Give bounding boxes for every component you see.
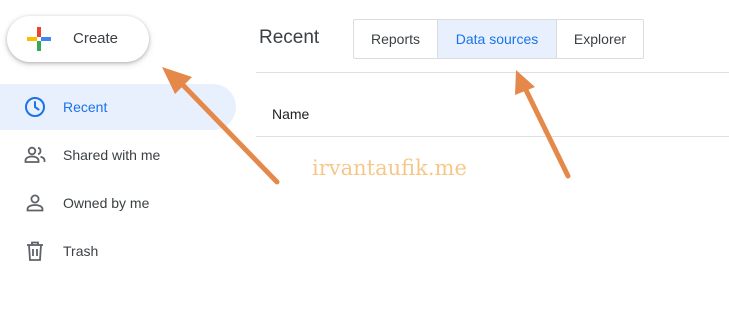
sidebar-item-label: Owned by me xyxy=(63,195,150,211)
page-title: Recent xyxy=(259,27,320,48)
annotation-arrow xyxy=(515,70,571,179)
sidebar-item-recent[interactable]: Recent xyxy=(0,84,236,130)
person-icon xyxy=(26,194,44,212)
trash-icon xyxy=(27,241,43,261)
tab-data-sources[interactable]: Data sources xyxy=(437,20,556,58)
sidebar-item-label: Trash xyxy=(63,243,99,259)
watermark: irvantaufik.me xyxy=(312,156,467,180)
table-header-divider xyxy=(256,136,729,137)
create-button[interactable]: Create xyxy=(7,16,149,62)
sidebar-item-shared-with-me[interactable]: Shared with me xyxy=(0,132,236,178)
google-plus-icon xyxy=(27,27,51,51)
create-button-label: Create xyxy=(73,30,119,47)
tab-explorer[interactable]: Explorer xyxy=(556,20,643,58)
header-divider xyxy=(256,72,729,73)
sidebar-item-label: Recent xyxy=(63,99,108,115)
tab-reports[interactable]: Reports xyxy=(354,20,437,58)
people-icon xyxy=(24,146,46,163)
tab-group: Reports Data sources Explorer xyxy=(353,19,644,59)
sidebar-item-trash[interactable]: Trash xyxy=(0,228,236,274)
clock-icon xyxy=(25,97,45,117)
sidebar-item-owned-by-me[interactable]: Owned by me xyxy=(0,180,236,226)
column-header-name[interactable]: Name xyxy=(272,106,309,122)
sidebar-item-label: Shared with me xyxy=(63,147,161,163)
